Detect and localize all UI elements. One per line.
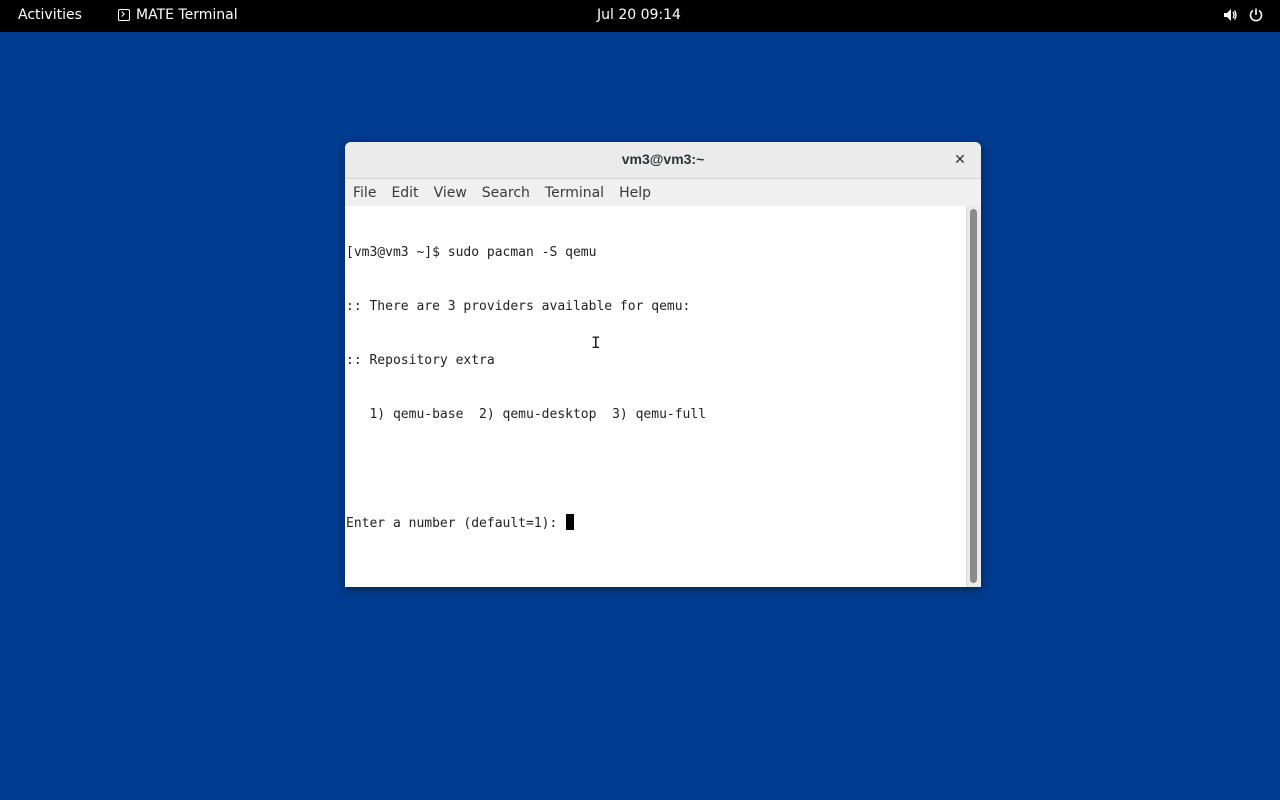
terminal-prompt-line[interactable]: Enter a number (default=1): bbox=[346, 514, 967, 532]
window-titlebar[interactable]: vm3@vm3:~ ✕ bbox=[345, 142, 981, 179]
volume-icon[interactable] bbox=[1222, 7, 1238, 23]
close-icon[interactable]: ✕ bbox=[951, 151, 969, 169]
system-tray[interactable] bbox=[1222, 7, 1264, 23]
ibeam-cursor-icon: I bbox=[591, 333, 601, 352]
terminal-line: :: There are 3 providers available for q… bbox=[346, 299, 691, 314]
menu-view[interactable]: View bbox=[434, 185, 476, 201]
app-menu-label: MATE Terminal bbox=[136, 7, 238, 23]
terminal-window[interactable]: vm3@vm3:~ ✕ File Edit View Search Termin… bbox=[345, 142, 981, 587]
menu-search[interactable]: Search bbox=[482, 185, 539, 201]
terminal-scrollbar[interactable] bbox=[966, 206, 981, 587]
app-menu-button[interactable]: MATE Terminal bbox=[118, 7, 238, 23]
terminal-prompt: Enter a number (default=1): bbox=[346, 516, 566, 531]
terminal-output[interactable]: [vm3@vm3 ~]$ sudo pacman -S qemu :: Ther… bbox=[345, 206, 967, 587]
menu-help[interactable]: Help bbox=[619, 185, 660, 201]
menu-file[interactable]: File bbox=[353, 185, 385, 201]
power-icon[interactable] bbox=[1248, 7, 1264, 23]
terminal-line: 1) qemu-base 2) qemu-desktop 3) qemu-ful… bbox=[346, 407, 707, 422]
terminal-line: [vm3@vm3 ~]$ sudo pacman -S qemu bbox=[346, 245, 597, 260]
clock[interactable]: Jul 20 09:14 bbox=[597, 7, 681, 23]
terminal-line: :: Repository extra bbox=[346, 353, 495, 368]
menu-edit[interactable]: Edit bbox=[391, 185, 427, 201]
scrollbar-thumb[interactable] bbox=[970, 209, 977, 583]
window-title: vm3@vm3:~ bbox=[621, 151, 705, 167]
menu-bar: File Edit View Search Terminal Help bbox=[345, 179, 981, 207]
text-cursor bbox=[566, 514, 575, 530]
menu-terminal[interactable]: Terminal bbox=[545, 185, 613, 201]
terminal-icon bbox=[118, 9, 130, 21]
activities-button[interactable]: Activities bbox=[18, 7, 82, 23]
top-bar: Activities MATE Terminal Jul 20 09:14 bbox=[0, 0, 1280, 32]
